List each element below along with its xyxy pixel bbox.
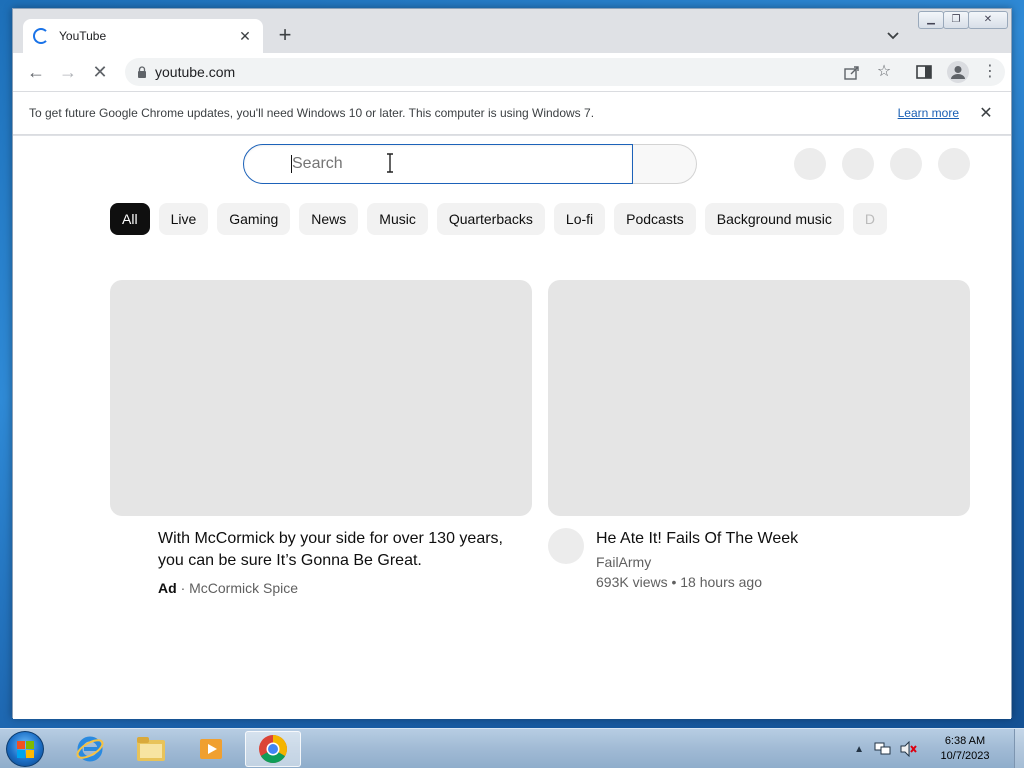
channel-name[interactable]: FailArmy — [596, 554, 651, 570]
search-button[interactable] — [633, 144, 697, 184]
chip-live[interactable]: Live — [158, 203, 209, 235]
video-title[interactable]: With McCormick by your side for over 130… — [158, 528, 518, 572]
search-box — [243, 144, 697, 184]
internet-explorer-icon — [76, 736, 104, 762]
tab-strip: YouTube ✕ + ▁ ❐ ✕ — [13, 9, 1011, 53]
create-icon[interactable] — [842, 148, 874, 180]
system-tray: ▲ 6:38 AM 10/7/2023 — [854, 729, 1024, 768]
infobar-message: To get future Google Chrome updates, you… — [29, 106, 595, 120]
tab-close-icon[interactable]: ✕ — [237, 28, 253, 45]
chip-podcasts[interactable]: Podcasts — [614, 203, 696, 235]
chip-gaming[interactable]: Gaming — [217, 203, 291, 235]
taskbar-internet-explorer[interactable] — [62, 731, 118, 767]
chip-partial[interactable]: D — [852, 203, 888, 235]
address-bar[interactable]: youtube.com — [125, 58, 1005, 86]
forward-button[interactable]: → — [57, 61, 79, 83]
search-input[interactable] — [243, 144, 633, 184]
maximize-button[interactable]: ❐ — [943, 11, 969, 29]
tab-title: YouTube — [59, 29, 107, 43]
profile-avatar-icon[interactable] — [947, 61, 969, 83]
share-icon[interactable] — [843, 63, 861, 81]
category-chips: All Live Gaming News Music Quarterbacks Lo-fi P… — [110, 203, 910, 235]
chip-background-music[interactable]: Background music — [704, 203, 844, 235]
windows-logo-icon — [17, 741, 34, 758]
start-button[interactable] — [6, 731, 44, 767]
side-panel-icon[interactable] — [915, 63, 933, 81]
show-desktop-button[interactable] — [1014, 729, 1024, 768]
ad-label: Ad — [158, 580, 177, 596]
tab-search-chevron-icon[interactable] — [885, 27, 901, 43]
close-window-button[interactable]: ✕ — [968, 11, 1008, 29]
chip-lofi[interactable]: Lo-fi — [553, 203, 606, 235]
infobar-close-icon[interactable]: ✕ — [977, 103, 995, 123]
clock-time: 6:38 AM — [944, 735, 986, 747]
learn-more-link[interactable]: Learn more — [898, 106, 959, 120]
minimize-button[interactable]: ▁ — [918, 11, 944, 29]
chip-quarterbacks[interactable]: Quarterbacks — [436, 203, 545, 235]
new-tab-button[interactable]: + — [273, 23, 297, 47]
tab-youtube[interactable]: YouTube ✕ — [23, 19, 263, 53]
youtube-page: AllLiveGamingNewsMusicQuarterbacksLo-fiP… — [13, 136, 1011, 719]
clock-date: 10/7/2023 — [940, 750, 990, 762]
bookmark-star-icon[interactable]: ☆ — [875, 63, 893, 81]
chrome-window: YouTube ✕ + ▁ ❐ ✕ ← → ✕ youtube.com ☆ ⋮ … — [12, 8, 1012, 719]
channel-avatar[interactable] — [548, 528, 584, 564]
video-title[interactable]: He Ate It! Fails Of The Week — [596, 528, 956, 550]
video-meta: He Ate It! Fails Of The Week FailArmy 69… — [548, 528, 970, 608]
chip-music[interactable]: Music — [367, 203, 428, 235]
video-card-ad[interactable]: With McCormick by your side for over 130… — [110, 280, 532, 608]
stop-loading-button[interactable]: ✕ — [89, 61, 111, 83]
network-icon[interactable] — [874, 741, 892, 757]
chip-news[interactable]: News — [299, 203, 359, 235]
loading-spinner-icon — [33, 28, 49, 44]
chrome-menu-icon[interactable]: ⋮ — [981, 63, 999, 81]
advertiser-name[interactable]: McCormick Spice — [189, 580, 298, 596]
text-cursor-icon — [387, 153, 393, 173]
taskbar-chrome[interactable] — [245, 731, 301, 767]
lock-icon — [138, 66, 146, 78]
update-infobar: To get future Google Chrome updates, you… — [13, 91, 1011, 135]
video-stats: 693K views • 18 hours ago — [596, 574, 763, 590]
ad-byline: Ad · McCormick Spice — [158, 580, 298, 596]
browser-toolbar: ← → ✕ youtube.com ☆ ⋮ — [13, 53, 1011, 91]
account-avatar[interactable] — [938, 148, 970, 180]
notifications-icon[interactable] — [890, 148, 922, 180]
video-thumbnail[interactable] — [548, 280, 970, 516]
taskbar-media-player[interactable] — [183, 731, 239, 767]
voice-search-icon[interactable] — [794, 148, 826, 180]
show-hidden-icons-icon[interactable]: ▲ — [854, 744, 864, 755]
taskbar-file-explorer[interactable] — [123, 731, 179, 767]
byline-separator: · — [180, 580, 186, 596]
clock[interactable]: 6:38 AM 10/7/2023 — [930, 734, 1000, 764]
back-button[interactable]: ← — [25, 61, 47, 83]
volume-muted-icon[interactable] — [900, 741, 918, 757]
video-card[interactable]: He Ate It! Fails Of The Week FailArmy 69… — [548, 280, 970, 608]
folder-icon — [137, 737, 165, 761]
chip-all[interactable]: All — [110, 203, 150, 235]
taskbar: ▲ 6:38 AM 10/7/2023 — [0, 728, 1024, 768]
url-text: youtube.com — [155, 64, 236, 80]
video-meta: With McCormick by your side for over 130… — [110, 528, 532, 608]
video-thumbnail[interactable] — [110, 280, 532, 516]
text-caret — [291, 155, 292, 173]
media-player-icon — [200, 739, 222, 759]
chrome-icon — [259, 735, 287, 763]
